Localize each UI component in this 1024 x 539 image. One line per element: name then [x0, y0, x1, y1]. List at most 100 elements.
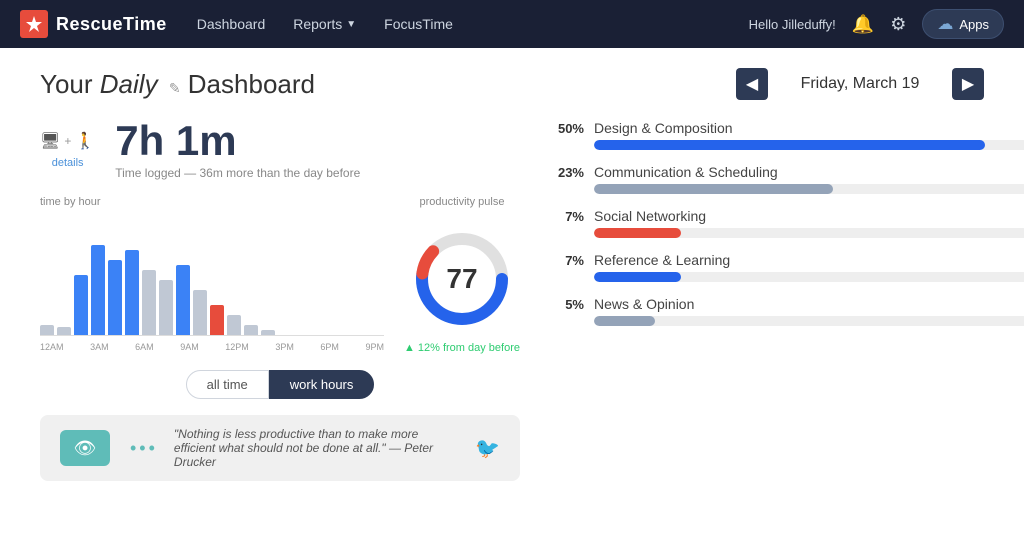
bar-item [176, 265, 190, 335]
navbar-right: Hello Jilleduffy! 🔔 ⚙ ☁ Apps [749, 9, 1004, 39]
bar-item [74, 275, 88, 335]
category-bar-fill [594, 228, 681, 238]
cloud-icon: ☁ [937, 14, 953, 34]
bar-item [227, 315, 241, 335]
apps-button[interactable]: ☁ Apps [922, 9, 1004, 39]
category-bar-fill [594, 140, 985, 150]
nav-links: Dashboard Reports ▼ FocusTime [197, 16, 749, 32]
brand-name: RescueTime [56, 14, 167, 35]
nav-dashboard[interactable]: Dashboard [197, 16, 266, 32]
next-date-button[interactable]: ▶ [952, 68, 984, 100]
brand-logo [20, 10, 48, 38]
bar-item [40, 325, 54, 335]
date-label: Friday, March 19 [780, 75, 940, 93]
brand[interactable]: RescueTime [20, 10, 167, 38]
quote-bar: 👁 ••• "Nothing is less productive than t… [40, 415, 520, 481]
category-row-reference: 7% Reference & Learning [550, 252, 984, 282]
time-by-hour-label: time by hour [40, 196, 384, 208]
title-edit-icon[interactable]: ✎ [169, 80, 181, 96]
bar-item [244, 325, 258, 335]
productivity-pulse-label: productivity pulse [419, 196, 504, 208]
category-bar-fill [594, 316, 655, 326]
plus-icon: + [64, 134, 71, 148]
left-panel: 🖥 + 🚶 details 7h 1m Time logged — 36m mo… [40, 120, 520, 481]
time-axis-label: 3AM [90, 342, 109, 352]
category-header: 7% Social Networking [550, 208, 984, 224]
bar-item [142, 270, 156, 335]
time-axis-label: 9AM [180, 342, 199, 352]
time-sub: Time logged — 36m more than the day befo… [115, 166, 360, 180]
page-title: Your Daily ✎ Dashboard [40, 69, 315, 100]
time-axis-label: 12PM [225, 342, 249, 352]
details-link[interactable]: details [52, 157, 84, 169]
time-axis-label: 6AM [135, 342, 154, 352]
twitter-icon[interactable]: 🐦 [475, 436, 500, 461]
device-row: 🖥 + 🚶 [40, 131, 95, 151]
category-bar-track [594, 272, 1024, 282]
category-bar-fill [594, 184, 833, 194]
bar-item [210, 305, 224, 335]
category-pct: 7% [550, 209, 584, 224]
bar-item [125, 250, 139, 335]
bar-item [261, 330, 275, 335]
bar-item [193, 290, 207, 335]
category-row-design: 50% Design & Composition [550, 120, 984, 150]
category-name: Reference & Learning [594, 252, 730, 268]
monitor-icon: 🖥 [40, 131, 60, 151]
pulse-up: ▲ 12% from day before [404, 342, 520, 354]
main-content: Your Daily ✎ Dashboard ◀ Friday, March 1… [0, 48, 1024, 539]
nav-focustime[interactable]: FocusTime [384, 16, 453, 32]
bar-item [159, 280, 173, 335]
quote-text: "Nothing is less productive than to make… [174, 427, 459, 469]
hello-text: Hello Jilleduffy! [749, 17, 836, 32]
category-bar-fill [594, 272, 681, 282]
time-axis-label: 6PM [320, 342, 339, 352]
time-logged-section: 🖥 + 🚶 details 7h 1m Time logged — 36m mo… [40, 120, 520, 180]
bar-item [57, 327, 71, 335]
time-big: 7h 1m [115, 120, 360, 162]
up-arrow-icon: ▲ [404, 342, 415, 354]
category-header: 50% Design & Composition [550, 120, 984, 136]
category-bar-track [594, 228, 1024, 238]
category-pct: 7% [550, 253, 584, 268]
page-header: Your Daily ✎ Dashboard ◀ Friday, March 1… [40, 68, 984, 100]
right-panel: 50% Design & Composition 23% Communicati… [550, 120, 984, 481]
category-row-news: 5% News & Opinion [550, 296, 984, 326]
bar-chart-container: time by hour 12AM3AM6AM9AM12PM3PM6PM9PM [40, 196, 384, 354]
category-name: Social Networking [594, 208, 706, 224]
category-row-communication: 23% Communication & Scheduling [550, 164, 984, 194]
charts-row: time by hour 12AM3AM6AM9AM12PM3PM6PM9PM … [40, 196, 520, 354]
category-pct: 23% [550, 165, 584, 180]
category-bar-track [594, 184, 1024, 194]
prev-date-button[interactable]: ◀ [736, 68, 768, 100]
category-bar-track [594, 316, 1024, 326]
bell-icon[interactable]: 🔔 [852, 14, 874, 35]
time-display: 7h 1m Time logged — 36m more than the da… [115, 120, 360, 180]
category-pct: 5% [550, 297, 584, 312]
eye-icon: 👁 [74, 438, 97, 459]
quote-icon-bg: 👁 [60, 430, 110, 466]
category-bar-track [594, 140, 1024, 150]
category-name: Communication & Scheduling [594, 164, 778, 180]
nav-reports[interactable]: Reports ▼ [293, 16, 356, 32]
category-header: 7% Reference & Learning [550, 252, 984, 268]
category-header: 23% Communication & Scheduling [550, 164, 984, 180]
device-icons: 🖥 + 🚶 details [40, 131, 95, 169]
donut-wrap: 77 [407, 224, 517, 334]
dots-icon: ••• [130, 438, 158, 459]
reports-dropdown-arrow: ▼ [346, 19, 356, 30]
tools-icon[interactable]: ⚙ [890, 14, 906, 35]
category-header: 5% News & Opinion [550, 296, 984, 312]
person-icon: 🚶 [75, 131, 95, 151]
category-row-social: 7% Social Networking [550, 208, 984, 238]
work-hours-button[interactable]: work hours [269, 370, 375, 399]
all-time-button[interactable]: all time [186, 370, 269, 399]
toggle-row: all time work hours [40, 370, 520, 399]
category-name: News & Opinion [594, 296, 694, 312]
navbar: RescueTime Dashboard Reports ▼ FocusTime… [0, 0, 1024, 48]
time-axis: 12AM3AM6AM9AM12PM3PM6PM9PM [40, 342, 384, 352]
bar-item [91, 245, 105, 335]
date-nav: ◀ Friday, March 19 ▶ [736, 68, 984, 100]
donut-center: 77 [446, 263, 477, 295]
donut-container: productivity pulse 77 ▲ [404, 196, 520, 354]
